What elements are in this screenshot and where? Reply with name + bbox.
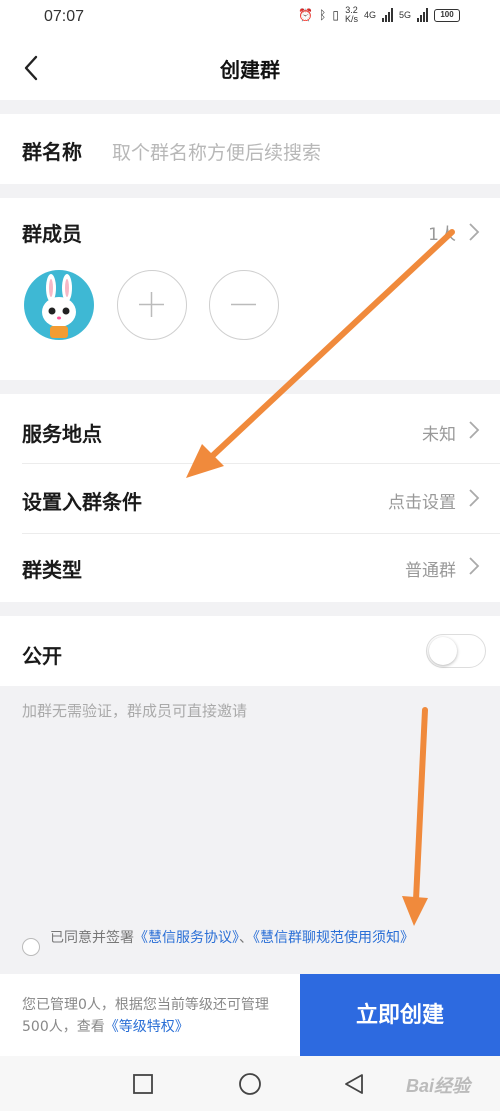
setting-label: 服务地点 <box>22 422 102 446</box>
public-label: 公开 <box>22 644 62 668</box>
plus-icon <box>139 292 164 317</box>
group-name-row[interactable]: 群名称 取个群名称方便后续搜索 <box>0 114 500 184</box>
recent-apps-icon[interactable] <box>132 1073 154 1095</box>
remove-member-button[interactable] <box>209 270 279 340</box>
network-speed-unit: K/s <box>344 14 358 24</box>
group-name-input[interactable]: 取个群名称方便后续搜索 <box>112 138 321 165</box>
public-toggle[interactable] <box>426 634 486 668</box>
network-speed: 3.2 K/s <box>345 6 358 24</box>
group-name-label: 群名称 <box>22 140 82 164</box>
setting-label: 设置入群条件 <box>22 490 142 514</box>
back-nav-icon[interactable] <box>342 1072 366 1096</box>
footer-bar: 您已管理0人，根据您当前等级还可管理500人，查看《等级特权》 立即创建 <box>0 974 500 1056</box>
bluetooth-icon: ᛒ <box>319 8 327 22</box>
agreement-prefix: 已同意并签署 <box>50 930 134 946</box>
setting-value: 点击设置 <box>388 493 456 513</box>
agreement-checkbox[interactable] <box>22 938 40 956</box>
group-members-label: 群成员 <box>22 222 82 246</box>
battery-icon: 100 <box>434 8 460 22</box>
setting-value: 未知 <box>422 425 456 445</box>
baidu-jingyan-watermark: Bai经验 <box>405 1076 470 1096</box>
chevron-right-icon[interactable] <box>468 222 480 242</box>
annotation-arrow-vertical <box>402 707 428 926</box>
home-icon[interactable] <box>238 1072 262 1096</box>
group-rules-link[interactable]: 《慧信群聊规范使用须知》 <box>253 930 414 946</box>
status-icons: ⏰ ᛒ ▯ 3.2 K/s 4G 5G 100 <box>298 6 460 24</box>
service-agreement-link[interactable]: 《慧信服务协议》 <box>134 930 239 946</box>
setting-row-join-condition[interactable]: 设置入群条件 点击设置 <box>0 464 500 533</box>
public-hint: 加群无需验证，群成员可直接邀请 <box>22 702 248 720</box>
chevron-right-icon <box>469 489 480 507</box>
network-type-1: 4G <box>363 9 376 20</box>
signal-icon <box>381 8 393 22</box>
member-avatar[interactable] <box>24 270 94 340</box>
setting-row-group-type[interactable]: 群类型 普通群 <box>0 534 500 602</box>
create-now-button[interactable]: 立即创建 <box>300 974 500 1056</box>
settings-section: 服务地点 未知 设置入群条件 点击设置 群类型 普通群 <box>0 394 500 602</box>
network-type-2: 5G <box>398 9 411 20</box>
setting-value: 普通群 <box>405 561 456 581</box>
level-privilege-link[interactable]: 《等级特权》 <box>105 1019 189 1035</box>
agreement-separator: 、 <box>239 930 253 946</box>
status-time: 07:07 <box>44 8 85 25</box>
setting-label: 群类型 <box>22 558 82 582</box>
minus-icon <box>231 303 256 306</box>
public-row: 公开 <box>0 616 500 686</box>
setting-row-location[interactable]: 服务地点 未知 <box>0 394 500 464</box>
chevron-right-icon <box>469 557 480 575</box>
add-member-button[interactable] <box>117 270 187 340</box>
agreement-text: 已同意并签署《慧信服务协议》、《慧信群聊规范使用须知》 <box>50 928 480 948</box>
rabbit-avatar-icon <box>42 274 76 338</box>
alarm-icon: ⏰ <box>298 8 314 22</box>
toggle-knob <box>429 637 457 665</box>
status-bar: 07:07 ⏰ ᛒ ▯ 3.2 K/s 4G 5G 100 <box>0 0 500 36</box>
nav-bar: 创建群 <box>0 36 500 100</box>
vibrate-icon: ▯ <box>332 8 339 22</box>
group-members-count[interactable]: 1人 <box>428 220 456 245</box>
chevron-right-icon <box>469 421 480 439</box>
footer-info: 您已管理0人，根据您当前等级还可管理500人，查看《等级特权》 <box>22 994 292 1038</box>
page-title: 创建群 <box>220 58 280 82</box>
signal-icon-2 <box>417 8 428 22</box>
agreement-area: 已同意并签署《慧信服务协议》、《慧信群聊规范使用须知》 <box>0 922 500 974</box>
